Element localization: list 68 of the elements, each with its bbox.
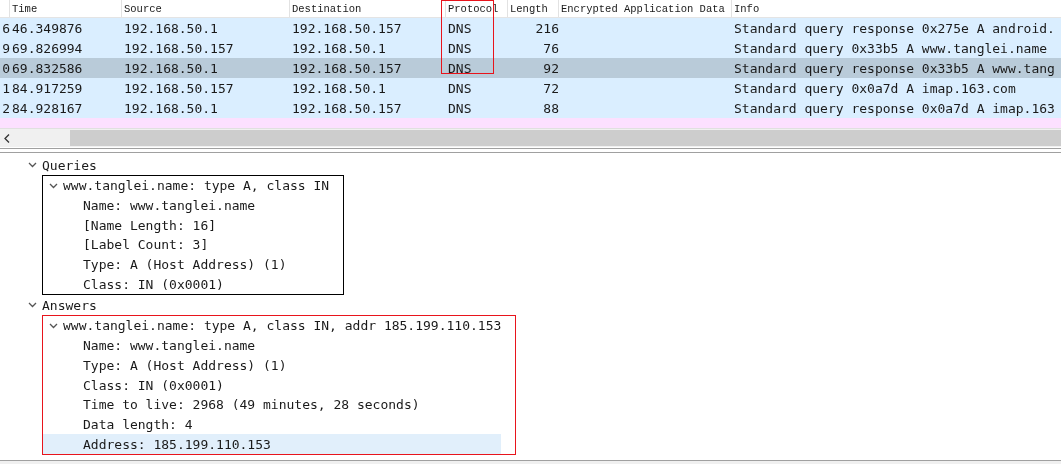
tree-row[interactable]: Queries [0, 155, 1061, 175]
column-header[interactable]: Info [734, 2, 760, 15]
table-cell: 0 [2, 60, 10, 76]
packet-row[interactable]: 1 84.917259 192.168.50.157 192.168.50.1 DNS 72 Standard query 0x0a7d A imap.163.com [0, 78, 1061, 98]
table-cell: 76 [543, 40, 559, 56]
table-cell: 9 [2, 40, 10, 56]
table-cell: Standard query response 0x0a7d A imap.163 [734, 100, 1055, 116]
tree-row[interactable]: Time to live: 2968 (49 minutes, 28 seconds) [43, 394, 502, 415]
tree-row[interactable]: [Name Length: 16] [43, 215, 330, 236]
column-header[interactable]: Source [124, 2, 162, 15]
scrollbar-thumb[interactable] [70, 130, 1061, 146]
chevron-down-icon[interactable] [28, 302, 37, 309]
table-cell: 192.168.50.157 [292, 20, 402, 36]
table-cell: DNS [448, 100, 472, 116]
table-cell: 192.168.50.1 [292, 80, 386, 96]
table-cell: 88 [543, 100, 559, 116]
packet-row[interactable]: 0 69.832586 192.168.50.1 192.168.50.157 DNS 92 Standard query response 0x33b5 A www.tang [0, 58, 1061, 78]
scroll-left-icon[interactable] [4, 133, 10, 143]
table-cell: 192.168.50.1 [124, 60, 218, 76]
table-cell: 72 [543, 80, 559, 96]
table-cell: 1 [2, 80, 10, 96]
tree-row[interactable]: Type: A (Host Address) (1) [43, 355, 502, 376]
table-cell: 192.168.50.1 [124, 20, 218, 36]
table-cell: 46.349876 [12, 20, 83, 36]
table-cell: 69.826994 [12, 40, 83, 56]
table-cell: Standard query response 0x33b5 A www.tang [734, 60, 1055, 76]
table-cell: Standard query response 0x275e A android. [734, 20, 1055, 36]
table-cell: 84.928167 [12, 100, 83, 116]
table-cell: 192.168.50.157 [292, 60, 402, 76]
chevron-down-icon[interactable] [49, 182, 58, 189]
table-cell: 192.168.50.157 [124, 40, 234, 56]
tree-row[interactable]: www.tanglei.name: type A, class IN [43, 176, 330, 196]
table-cell: 192.168.50.1 [292, 40, 386, 56]
table-cell: DNS [448, 20, 472, 36]
tree-row[interactable]: [Label Count: 3] [43, 235, 330, 255]
tree-row[interactable]: Data length: 4 [43, 414, 502, 435]
chevron-down-icon[interactable] [49, 322, 58, 329]
table-cell: 216 [535, 20, 559, 36]
tree-row[interactable]: Answers [0, 295, 1061, 316]
table-cell: Standard query 0x0a7d A imap.163.com [734, 80, 1016, 96]
table-cell: 2 [2, 100, 10, 116]
table-cell: 92 [543, 60, 559, 76]
column-header[interactable]: Length [510, 2, 548, 15]
packet-row[interactable]: 6 46.349876 192.168.50.1 192.168.50.157 DNS 216 Standard query response 0x275e A android. [0, 18, 1061, 38]
table-cell: 192.168.50.157 [124, 80, 234, 96]
table-cell: DNS [448, 40, 472, 56]
packet-row[interactable]: 2 84.928167 192.168.50.1 192.168.50.157 DNS 88 Standard query response 0x0a7d A imap.163 [0, 98, 1061, 118]
chevron-down-icon[interactable] [28, 162, 37, 168]
table-cell: 192.168.50.157 [292, 100, 402, 116]
table-cell: 6 [2, 20, 10, 36]
column-header[interactable]: Encrypted Application Data [561, 2, 725, 15]
table-cell: 192.168.50.1 [124, 100, 218, 116]
tree-row[interactable]: Name: www.tanglei.name [43, 335, 502, 356]
tree-row[interactable]: Class: IN (0x0001) [43, 274, 330, 295]
tree-row[interactable]: Type: A (Host Address) (1) [43, 254, 330, 275]
column-header[interactable]: Time [12, 2, 38, 15]
table-cell: DNS [448, 80, 472, 96]
tree-row[interactable]: www.tanglei.name: type A, class IN, addr 185.199.110.153 [43, 316, 502, 336]
table-cell: 69.832586 [12, 60, 83, 76]
tree-row[interactable]: Address: 185.199.110.153 [43, 434, 502, 454]
column-header[interactable]: Destination [292, 2, 362, 15]
horizontal-scrollbar[interactable] [0, 128, 1061, 147]
tree-row[interactable]: Name: www.tanglei.name [43, 195, 330, 216]
table-cell: 84.917259 [12, 80, 83, 96]
tree-row[interactable]: Class: IN (0x0001) [43, 375, 502, 395]
table-cell: Standard query 0x33b5 A www.tanglei.name [734, 40, 1048, 56]
table-cell: DNS [448, 60, 472, 76]
packet-row[interactable]: 9 69.826994 192.168.50.157 192.168.50.1 DNS 76 Standard query 0x33b5 A www.tanglei.name [0, 38, 1061, 58]
